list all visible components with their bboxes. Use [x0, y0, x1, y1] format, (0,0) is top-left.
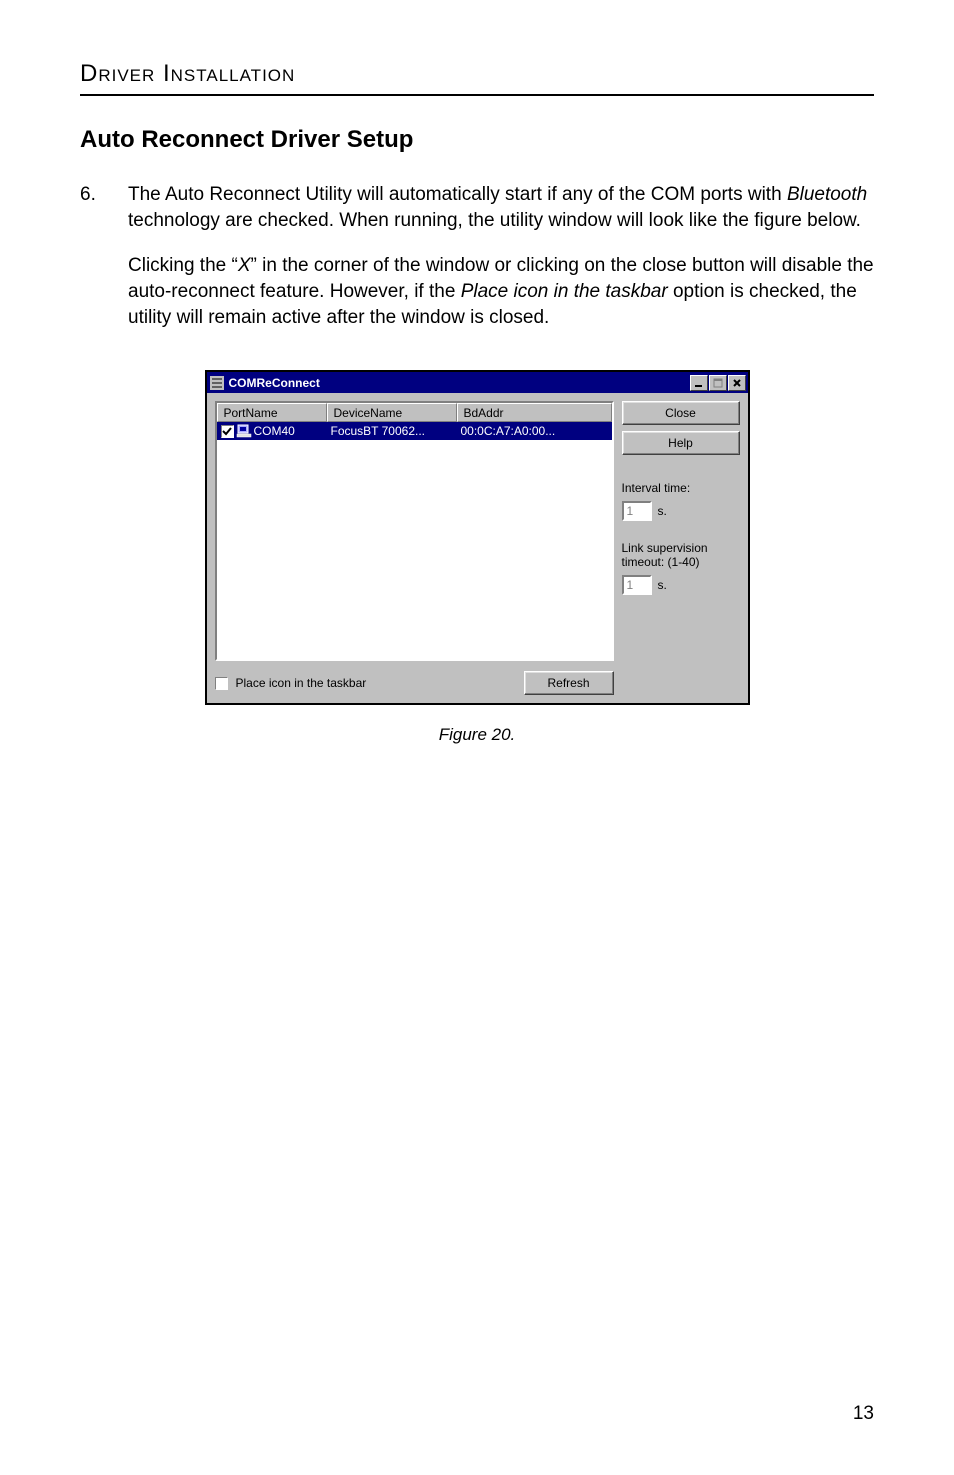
paragraph-1: The Auto Reconnect Utility will automati…	[128, 182, 874, 233]
cell-devicename: FocusBT 70062...	[327, 424, 457, 438]
text: The Auto Reconnect Utility will automati…	[128, 184, 787, 205]
cell-portname: COM40	[217, 424, 327, 438]
list-row[interactable]: COM40 FocusBT 70062... 00:0C:A7:A0:00...	[217, 422, 612, 440]
text: technology are checked. When running, th…	[128, 210, 861, 231]
interval-section: Interval time: 1 s.	[622, 481, 740, 521]
text-italic: Bluetooth	[787, 184, 867, 205]
listview-header: PortName DeviceName BdAddr	[217, 403, 612, 422]
column-header-bdaddr[interactable]: BdAddr	[457, 403, 612, 422]
app-icon	[209, 375, 225, 391]
timeout-unit: s.	[658, 578, 667, 592]
cell-bdaddr: 00:0C:A7:A0:00...	[457, 424, 612, 438]
paragraph-2: Clicking the “X” in the corner of the wi…	[128, 253, 874, 330]
taskbar-checkbox-label: Place icon in the taskbar	[236, 676, 367, 690]
left-panel: PortName DeviceName BdAddr	[215, 401, 614, 695]
page-number: 13	[853, 1403, 874, 1425]
listview-body: COM40 FocusBT 70062... 00:0C:A7:A0:00...	[217, 422, 612, 440]
maximize-button	[709, 375, 727, 391]
list-number: 6.	[80, 182, 128, 233]
minimize-button[interactable]	[690, 375, 708, 391]
column-header-devicename[interactable]: DeviceName	[327, 403, 457, 422]
text: Clicking the “	[128, 255, 238, 276]
interval-label: Interval time:	[622, 481, 740, 495]
timeout-section: Link supervision timeout: (1-40) 1 s.	[622, 541, 740, 595]
column-header-portname[interactable]: PortName	[217, 403, 327, 422]
figure-caption: Figure 20.	[80, 725, 874, 745]
bottom-row: Place icon in the taskbar Refresh	[215, 671, 614, 695]
checkbox-icon[interactable]	[221, 425, 234, 438]
close-button[interactable]	[728, 375, 746, 391]
dialog-body: PortName DeviceName BdAddr	[207, 393, 748, 703]
numbered-item: 6. The Auto Reconnect Utility will autom…	[80, 182, 874, 233]
help-button[interactable]: Help	[622, 431, 740, 455]
taskbar-checkbox[interactable]	[215, 677, 228, 690]
text-italic: Place icon in the taskbar	[461, 281, 668, 302]
text-italic: X	[238, 255, 251, 276]
titlebar[interactable]: COMReConnect	[207, 372, 748, 393]
close-dialog-button[interactable]: Close	[622, 401, 740, 425]
section-heading: Driver Installation	[80, 60, 874, 96]
refresh-button[interactable]: Refresh	[524, 671, 614, 695]
computer-icon	[236, 424, 252, 438]
timeout-label: Link supervision timeout: (1-40)	[622, 541, 740, 569]
titlebar-buttons	[689, 375, 746, 391]
right-panel: Close Help Interval time: 1 s. Link supe…	[622, 401, 740, 695]
listview[interactable]: PortName DeviceName BdAddr	[215, 401, 614, 661]
interval-input[interactable]: 1	[622, 501, 652, 521]
subsection-heading: Auto Reconnect Driver Setup	[80, 126, 874, 154]
timeout-input[interactable]: 1	[622, 575, 652, 595]
window-title: COMReConnect	[229, 376, 689, 390]
dialog-window: COMReConnect PortName DeviceName	[205, 370, 750, 705]
interval-unit: s.	[658, 504, 667, 518]
portname-value: COM40	[254, 424, 295, 438]
